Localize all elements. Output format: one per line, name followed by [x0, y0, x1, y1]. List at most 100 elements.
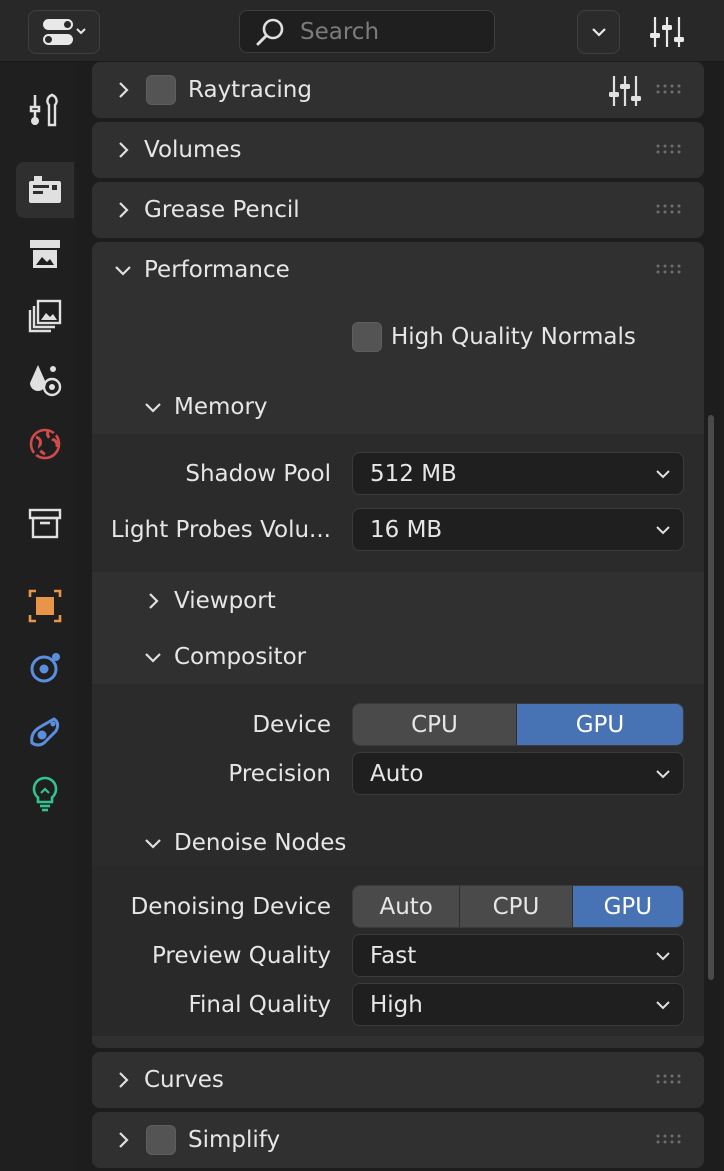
denoising-device-cpu[interactable]: CPU: [460, 886, 573, 927]
tab-scene[interactable]: [16, 352, 74, 408]
compositor-device-gpu[interactable]: GPU: [517, 704, 683, 745]
search-icon: [256, 18, 284, 45]
light-probes-dropdown[interactable]: 16 MB: [352, 508, 684, 551]
drag-grip-icon[interactable]: [656, 263, 682, 275]
subpanel-memory-body: Shadow Pool 512 MB Light Probes Volu... …: [92, 434, 704, 572]
raytracing-checkbox[interactable]: [146, 75, 176, 105]
subpanel-title-memory: Memory: [174, 394, 268, 420]
subpanel-header-memory[interactable]: Memory: [92, 382, 704, 432]
chevron-down-icon: [145, 403, 161, 413]
chevron-right-icon: [119, 1072, 129, 1088]
subpanel-header-viewport[interactable]: Viewport: [92, 576, 704, 626]
drag-grip-icon[interactable]: [656, 83, 682, 95]
tab-collection[interactable]: [16, 496, 74, 552]
panel-volumes: Volumes: [92, 122, 704, 178]
constraints-icon: [30, 717, 60, 747]
render-camera-icon: [29, 176, 61, 203]
panel-title-volumes: Volumes: [144, 137, 242, 163]
chevron-right-icon: [119, 202, 129, 218]
chevron-down-icon: [656, 1001, 670, 1010]
vertical-scrollbar[interactable]: [708, 415, 714, 980]
chevron-right-icon: [119, 1132, 129, 1148]
panel-header-grease-pencil[interactable]: Grease Pencil: [92, 182, 704, 238]
tab-view-layer[interactable]: [16, 288, 74, 344]
object-icon: [28, 589, 62, 623]
denoising-device-label: Denoising Device: [130, 894, 331, 920]
denoising-device-gpu[interactable]: GPU: [572, 886, 683, 927]
final-quality-dropdown[interactable]: High: [352, 983, 684, 1026]
chevron-down-icon: [145, 839, 161, 849]
high-quality-normals-checkbox[interactable]: [352, 322, 382, 352]
subpanel-title-denoise-nodes: Denoise Nodes: [174, 830, 347, 856]
tab-object[interactable]: [16, 578, 74, 634]
properties-tabs-sidebar: [0, 62, 76, 1171]
drag-grip-icon[interactable]: [656, 203, 682, 215]
panel-curves: Curves: [92, 1052, 704, 1108]
subpanel-title-viewport: Viewport: [174, 588, 276, 614]
collection-box-icon: [28, 508, 62, 539]
tab-physics[interactable]: [16, 640, 74, 696]
compositor-device-label: Device: [252, 712, 331, 738]
drag-grip-icon[interactable]: [656, 143, 682, 155]
light-probes-value: 16 MB: [370, 516, 443, 543]
chevron-down-icon: [115, 266, 131, 276]
search-field[interactable]: [239, 10, 495, 53]
panel-title-grease-pencil: Grease Pencil: [144, 197, 300, 223]
panel-header-raytracing[interactable]: Raytracing: [92, 62, 704, 118]
final-quality-label: Final Quality: [188, 992, 331, 1018]
panel-header-simplify[interactable]: Simplify: [92, 1112, 704, 1168]
final-quality-value: High: [370, 991, 423, 1018]
high-quality-normals-option[interactable]: High Quality Normals: [352, 322, 636, 352]
subpanel-title-compositor: Compositor: [174, 644, 307, 670]
panel-performance: Performance High Quality Normals Memory …: [92, 242, 704, 1048]
tab-output[interactable]: [16, 226, 74, 282]
chevron-right-icon: [149, 593, 159, 609]
drag-grip-icon[interactable]: [656, 1073, 682, 1085]
simplify-checkbox[interactable]: [146, 1125, 176, 1155]
precision-label: Precision: [228, 761, 331, 787]
preview-quality-label: Preview Quality: [151, 943, 331, 969]
search-input[interactable]: [300, 18, 480, 45]
view-layer-icon: [28, 299, 62, 333]
shadow-pool-dropdown[interactable]: 512 MB: [352, 452, 684, 495]
panel-title-performance: Performance: [144, 257, 290, 283]
tab-data-light[interactable]: [16, 766, 74, 822]
lightbulb-icon: [32, 776, 58, 812]
presets-sliders-icon[interactable]: [608, 74, 642, 108]
physics-icon: [30, 653, 60, 683]
filter-settings-button[interactable]: [645, 12, 689, 52]
chevron-down-icon: [145, 653, 161, 663]
denoising-device-toggle[interactable]: Auto CPU GPU: [352, 885, 684, 928]
tool-icon: [29, 93, 58, 127]
subpanel-compositor-body: Device CPU GPU Precision Auto Denoise No…: [92, 684, 704, 868]
editor-type-icon: [43, 19, 86, 45]
subpanel-header-compositor[interactable]: Compositor: [92, 632, 704, 682]
drag-grip-icon[interactable]: [656, 1133, 682, 1145]
options-dropdown-button[interactable]: [577, 10, 620, 54]
tab-world[interactable]: [16, 416, 74, 472]
panel-raytracing: Raytracing: [92, 62, 704, 118]
tab-constraints[interactable]: [16, 704, 74, 760]
panel-title-simplify: Simplify: [188, 1127, 281, 1153]
panel-header-volumes[interactable]: Volumes: [92, 122, 704, 178]
panel-header-performance[interactable]: Performance: [92, 242, 704, 298]
subpanel-header-denoise-nodes[interactable]: Denoise Nodes: [92, 818, 704, 868]
denoising-device-auto[interactable]: Auto: [353, 886, 461, 927]
chevron-down-icon: [656, 526, 670, 535]
compositor-device-cpu[interactable]: CPU: [353, 704, 518, 745]
properties-header: [0, 0, 724, 62]
shadow-pool-value: 512 MB: [370, 460, 457, 487]
preview-quality-value: Fast: [370, 942, 417, 969]
tab-render[interactable]: [16, 162, 74, 218]
panel-grease-pencil: Grease Pencil: [92, 182, 704, 238]
compositor-device-toggle[interactable]: CPU GPU: [352, 703, 684, 746]
editor-type-button[interactable]: [28, 10, 100, 54]
panel-title-raytracing: Raytracing: [188, 77, 312, 103]
scene-icon: [30, 365, 62, 397]
precision-dropdown[interactable]: Auto: [352, 752, 684, 795]
tab-tool[interactable]: [16, 82, 74, 138]
panel-header-curves[interactable]: Curves: [92, 1052, 704, 1108]
chevron-right-icon: [119, 82, 129, 98]
preview-quality-dropdown[interactable]: Fast: [352, 934, 684, 977]
world-icon: [28, 427, 62, 461]
